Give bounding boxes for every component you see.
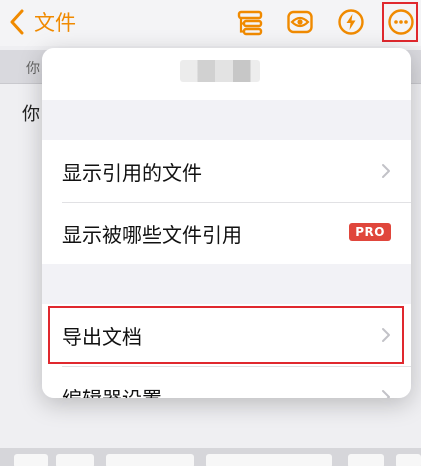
eye-icon — [287, 10, 313, 34]
menu-group-references: 显示引用的文件 显示被哪些文件引用 PRO — [42, 140, 411, 264]
menu-item-editor-settings[interactable]: 编辑器设置 — [42, 366, 411, 398]
menu-item-label: 显示引用的文件 — [62, 160, 202, 185]
blurred-file-name — [180, 60, 260, 82]
back-button[interactable]: 文件 — [8, 6, 76, 38]
navigation-bar: 文件 — [0, 0, 421, 46]
menu-item-label: 编辑器设置 — [62, 383, 162, 399]
toolbar-key[interactable] — [106, 454, 194, 466]
menu-item-label: 显示被哪些文件引用 — [62, 222, 242, 247]
toolbar-key[interactable] — [14, 454, 48, 466]
toolbar-key[interactable] — [206, 454, 332, 466]
menu-item-show-referencing-files[interactable]: 显示被哪些文件引用 PRO — [42, 202, 411, 264]
chevron-right-icon — [382, 328, 390, 342]
keyboard-icon[interactable] — [396, 454, 421, 466]
document-text[interactable]: 你 — [22, 100, 40, 126]
menu-item-label: 导出文档 — [62, 324, 142, 349]
lightning-icon — [338, 9, 364, 35]
quick-action-button[interactable] — [337, 8, 365, 36]
chevron-right-icon — [382, 390, 390, 398]
toolbar-key[interactable] — [348, 454, 384, 466]
pro-badge: PRO — [349, 223, 391, 241]
menu-item-show-referenced-files[interactable]: 显示引用的文件 — [42, 140, 411, 202]
back-label: 文件 — [34, 11, 76, 35]
more-menu-popup: 显示引用的文件 显示被哪些文件引用 PRO 导出文档 编辑器设置 — [42, 48, 411, 398]
preview-button[interactable] — [286, 8, 314, 36]
outline-button[interactable] — [236, 8, 264, 36]
keyboard-toolbar — [0, 448, 421, 466]
outline-icon — [237, 10, 263, 36]
toolbar-key[interactable] — [56, 454, 94, 466]
popup-header — [42, 48, 411, 100]
more-button-highlight — [382, 2, 418, 42]
chevron-left-icon — [10, 9, 24, 35]
menu-group-document: 导出文档 编辑器设置 — [42, 304, 411, 398]
chevron-right-icon — [382, 164, 390, 178]
menu-item-export-document[interactable]: 导出文档 — [42, 304, 411, 366]
subbar-text: 你 — [26, 61, 40, 77]
